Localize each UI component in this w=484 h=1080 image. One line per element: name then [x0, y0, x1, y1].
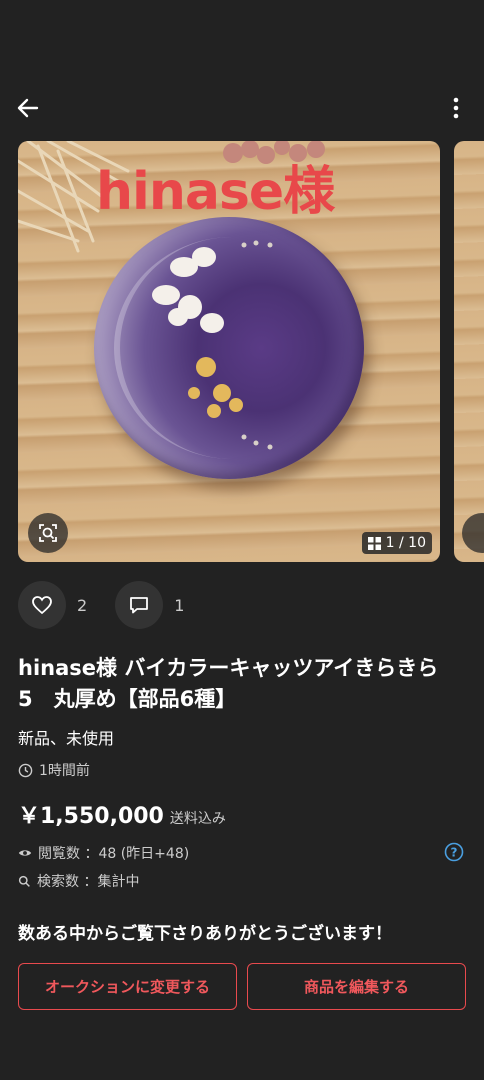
back-arrow-icon[interactable]: [14, 94, 42, 122]
photo-counter-text: 1 / 10: [385, 535, 426, 551]
like-button[interactable]: [18, 581, 66, 629]
shipping-note: 送料込み: [169, 811, 226, 827]
photo-overlay-text: hinase様: [96, 162, 335, 222]
svg-text:?: ?: [451, 846, 458, 860]
price-row: ￥1,550,000 送料込み: [18, 798, 226, 830]
posted-time-text: 1時間前: [39, 763, 90, 779]
views-stat: 閲覧数 ：48 (昨日+48): [18, 843, 189, 863]
resin-disc: [94, 217, 364, 479]
photo-counter: 1 / 10: [361, 532, 432, 554]
like-count: 2: [77, 595, 88, 615]
lens-search-button[interactable]: [28, 513, 68, 553]
item-condition: 新品、未使用: [18, 729, 115, 748]
views-text: 閲覧数 ：48 (昨日+48): [38, 846, 190, 862]
clock-icon: [18, 763, 33, 777]
thanks-message: 数ある中からご覧下さりありがとうございます！: [18, 924, 392, 944]
eye-icon: [18, 850, 32, 856]
lens-search-icon: [39, 524, 57, 542]
top-bar: [0, 94, 484, 124]
comment-icon: [130, 597, 149, 614]
reaction-bar: 2 1: [18, 581, 212, 629]
lens-search-button-2[interactable]: [462, 513, 484, 553]
flower-decoration: [152, 240, 273, 450]
next-photo-preview[interactable]: [454, 141, 484, 562]
search-icon: [18, 875, 30, 887]
product-photo[interactable]: hinase様 1 / 10: [18, 141, 440, 562]
search-stat: 検索数 ：集計中: [18, 871, 139, 891]
comment-count: 1: [174, 595, 185, 615]
posted-time: 1時間前: [18, 760, 90, 780]
edit-item-button[interactable]: 商品を編集する: [247, 963, 466, 1010]
heart-icon: [32, 596, 52, 615]
item-price: ￥1,550,000: [18, 804, 164, 829]
grid-icon: [367, 536, 381, 550]
comment-button[interactable]: [115, 581, 164, 629]
more-vert-icon[interactable]: [442, 94, 470, 122]
search-text: 検索数 ：集計中: [37, 874, 140, 890]
change-to-auction-button[interactable]: オークションに変更する: [18, 963, 237, 1010]
photo-carousel[interactable]: hinase様 1 / 10: [18, 141, 484, 562]
item-title: hinase様 バイカラーキャッツアイきらきら 5 丸厚め【部品6種】: [18, 656, 460, 711]
help-icon[interactable]: ?: [444, 842, 464, 862]
